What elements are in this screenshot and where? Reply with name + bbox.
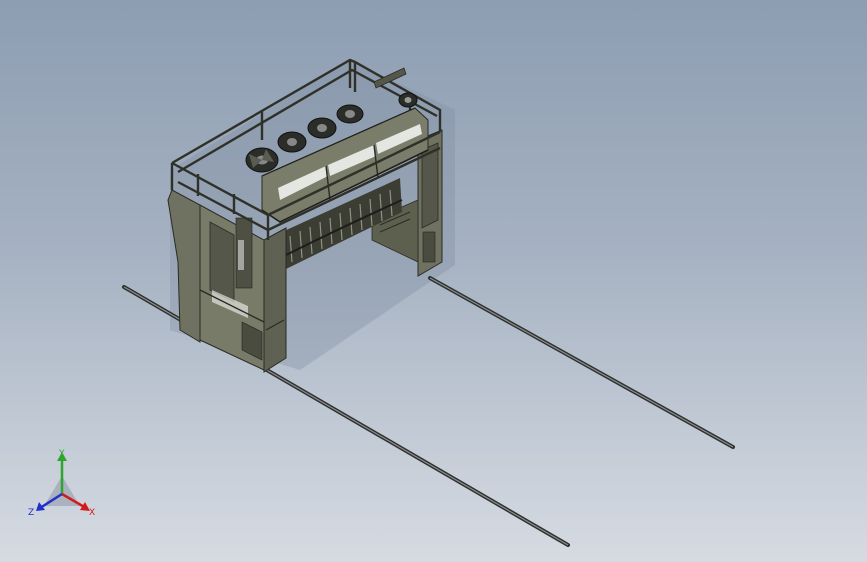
graphics-viewport[interactable]: Y X Z xyxy=(0,0,867,562)
guide-rail-back xyxy=(428,276,735,449)
coordinate-triad: Y X Z xyxy=(28,449,95,518)
triad-x-label: X xyxy=(89,508,95,518)
triad-z-label: Z xyxy=(28,508,34,518)
cad-model[interactable] xyxy=(0,0,867,562)
triad-y-label: Y xyxy=(58,449,65,459)
